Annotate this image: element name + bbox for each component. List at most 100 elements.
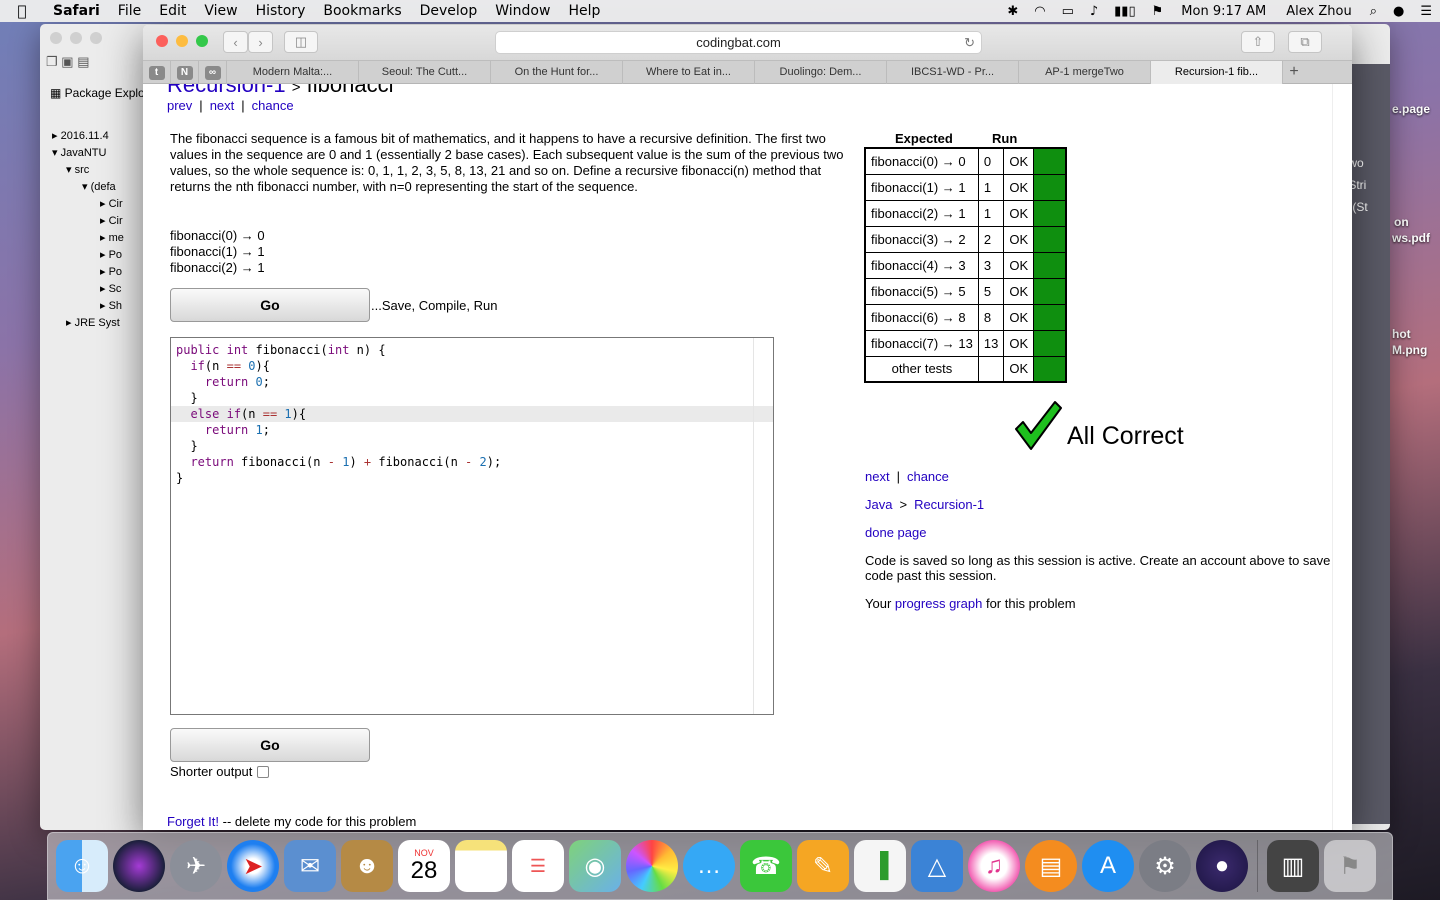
tree-item[interactable]: ▸ 2016.11.4 [52,128,124,145]
tree-item[interactable]: ▸ Po [52,247,124,264]
tree-item[interactable]: ▸ Sc [52,281,124,298]
desktop-file-label[interactable]: M.png [1392,343,1427,357]
documents-stack-icon[interactable]: ▥ [1267,840,1319,892]
browser-tab[interactable]: Duolingo: Dem... [755,61,887,84]
minimize-icon[interactable] [70,32,82,44]
menu-develop[interactable]: Develop [411,3,487,19]
menu-bookmarks[interactable]: Bookmarks [314,3,410,19]
finder-icon[interactable]: ☺ [56,840,108,892]
menu-clock[interactable]: Mon 9:17 AM [1171,4,1276,19]
reload-icon[interactable]: ↻ [964,32,975,53]
messages-icon[interactable]: … [683,840,735,892]
recursion-1-link[interactable]: Recursion-1 [914,497,984,512]
safari-icon[interactable]: ➤ [227,840,279,892]
menu-window[interactable]: Window [486,3,559,19]
tree-item[interactable]: ▸ Po [52,264,124,281]
close-icon[interactable] [156,35,168,47]
desktop-file-label[interactable]: hot [1392,327,1411,341]
airplay-icon[interactable]: ▭ [1054,4,1082,19]
browser-tab[interactable]: On the Hunt for... [491,61,623,84]
next-link-right[interactable]: next [865,469,890,484]
tree-item[interactable]: ▾ (defa [52,179,124,196]
calendar-icon[interactable]: NOV 28 [398,840,450,892]
apple-menu-icon[interactable]:  [0,2,44,20]
browser-tab[interactable]: IBCS1-WD - Pr... [887,61,1019,84]
menu-help[interactable]: Help [559,3,609,19]
browser-tab[interactable]: Where to Eat in... [623,61,755,84]
browser-tab[interactable]: AP-1 mergeTwo [1019,61,1151,84]
battery-icon[interactable]: ▮▮▯ [1106,4,1143,19]
go-button-bottom[interactable]: Go [170,728,370,762]
tree-item[interactable]: ▸ JRE Syst [52,315,124,332]
done-page-link[interactable]: done page [865,525,926,540]
maps-icon[interactable]: ◉ [569,840,621,892]
ibooks-icon[interactable]: ▤ [1025,840,1077,892]
reminders-icon[interactable]: ☰ [512,840,564,892]
progress-graph-link[interactable]: progress graph [895,596,982,611]
siri-icon[interactable] [113,840,165,892]
menu-file[interactable]: File [109,3,150,19]
zoom-icon[interactable] [90,32,102,44]
pinned-tab[interactable]: t [143,61,171,84]
tree-item[interactable]: ▾ src [52,162,124,179]
mail-icon[interactable]: ✉ [284,840,336,892]
zoom-icon[interactable] [196,35,208,47]
photos-icon[interactable] [626,840,678,892]
address-bar[interactable]: codingbat.com ↻ [495,31,982,54]
tree-item[interactable]: ▸ me [52,230,124,247]
new-icon[interactable]: ❐ [46,54,58,69]
contacts-icon[interactable]: ☻ [341,840,393,892]
go-button[interactable]: Go [170,288,370,322]
menu-history[interactable]: History [247,3,315,19]
notes-icon[interactable] [455,840,507,892]
system-preferences-icon[interactable]: ⚙ [1139,840,1191,892]
flag-input-icon[interactable]: ⚑ [1144,4,1172,19]
menu-user[interactable]: Alex Zhou [1276,4,1361,19]
spotlight-icon[interactable]: ⌕ [1362,4,1385,19]
browser-tab-active[interactable]: Recursion-1 fib... [1151,61,1283,84]
prev-link[interactable]: prev [167,98,192,113]
launchpad-icon[interactable]: ✈ [170,840,222,892]
shorter-output-checkbox[interactable] [257,765,270,778]
tab-overview-button[interactable]: ⧉ [1288,31,1322,53]
volume-icon[interactable]: ♪ [1082,4,1106,19]
menu-view[interactable]: View [195,3,246,19]
java-link[interactable]: Java [865,497,892,512]
tree-item[interactable]: ▸ Cir [52,196,124,213]
close-icon[interactable] [50,32,62,44]
save-all-icon[interactable]: ▤ [77,54,89,69]
pages-icon[interactable]: ✎ [797,840,849,892]
bluetooth-icon[interactable]: ✱ [999,4,1026,19]
app-store-icon[interactable]: A [1082,840,1134,892]
trash-icon[interactable]: ⚑ [1324,840,1376,892]
forward-button[interactable]: › [248,31,273,53]
menu-edit[interactable]: Edit [150,3,195,19]
chance-link[interactable]: chance [252,98,294,113]
chance-link-right[interactable]: chance [907,469,949,484]
code-editor[interactable]: public int fibonacci(int n) { if(n == 0)… [170,337,774,715]
browser-tab[interactable]: Modern Malta:... [227,61,359,84]
wifi-icon[interactable]: ◠ [1026,4,1053,19]
facetime-icon[interactable]: ☎ [740,840,792,892]
save-icon[interactable]: ▣ [61,54,73,69]
tree-item[interactable]: ▾ JavaNTU [52,145,124,162]
browser-tab[interactable]: Seoul: The Cutt... [359,61,491,84]
desktop-file-label[interactable]: e.page [1392,102,1430,116]
eclipse-icon[interactable]: ● [1196,840,1248,892]
sidebar-button[interactable]: ◫ [284,31,318,53]
back-button[interactable]: ‹ [223,31,248,53]
new-tab-button[interactable]: + [1283,61,1305,83]
itunes-icon[interactable]: ♫ [968,840,1020,892]
pinned-tab[interactable]: N [171,61,199,84]
package-explorer-title[interactable]: ▦ Package Explo [50,86,145,100]
desktop-file-label[interactable]: ws.pdf [1392,231,1430,245]
menu-app-safari[interactable]: Safari [44,3,109,19]
section-link[interactable]: Recursion-1 [167,84,286,97]
keynote-icon[interactable]: △ [911,840,963,892]
siri-icon[interactable]: ● [1385,4,1412,19]
share-button[interactable]: ⇧ [1241,31,1275,53]
notification-center-icon[interactable]: ☰ [1412,4,1440,19]
pinned-tab[interactable]: ∞ [199,61,227,84]
tree-item[interactable]: ▸ Cir [52,213,124,230]
next-link[interactable]: next [210,98,235,113]
